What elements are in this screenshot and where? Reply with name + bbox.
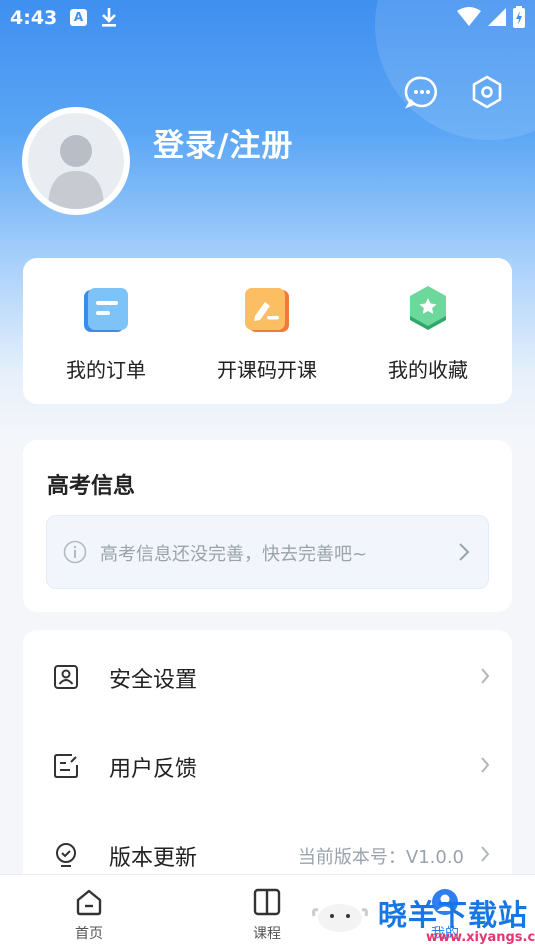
menu-item-label: 安全设置 bbox=[109, 668, 198, 693]
default-avatar-icon bbox=[48, 135, 104, 209]
quick-actions-card: 我的订单 开课码开课 我的收藏 bbox=[23, 258, 512, 404]
wifi-icon bbox=[457, 7, 481, 31]
signal-icon bbox=[487, 7, 507, 31]
course-code-icon bbox=[241, 284, 293, 336]
message-icon[interactable] bbox=[404, 74, 440, 110]
security-icon bbox=[53, 664, 79, 690]
book-icon bbox=[253, 888, 281, 916]
gaokao-hint: 高考信息还没完善，快去完善吧~ bbox=[100, 544, 368, 565]
notification-a-icon: A bbox=[70, 9, 87, 26]
nav-label: 首页 bbox=[75, 926, 103, 942]
status-bar: 4:43 A bbox=[0, 0, 535, 36]
orders-icon bbox=[80, 284, 132, 336]
chevron-right-icon bbox=[480, 845, 490, 867]
course-code-button[interactable]: 开课码开课 bbox=[187, 284, 347, 383]
settings-icon[interactable] bbox=[469, 74, 505, 110]
info-icon bbox=[63, 540, 87, 568]
nav-label: 课程 bbox=[253, 926, 281, 942]
chevron-right-icon bbox=[480, 667, 490, 689]
avatar[interactable] bbox=[22, 107, 130, 215]
download-icon bbox=[100, 6, 118, 32]
menu-item-label: 版本更新 bbox=[109, 846, 198, 871]
my-orders-label: 我的订单 bbox=[66, 358, 146, 382]
gaokao-info-card: 高考信息 高考信息还没完善，快去完善吧~ bbox=[23, 440, 512, 612]
my-orders-button[interactable]: 我的订单 bbox=[26, 284, 186, 383]
feedback-icon bbox=[53, 753, 79, 779]
my-favorites-button[interactable]: 我的收藏 bbox=[348, 284, 508, 383]
chevron-right-icon bbox=[480, 756, 490, 778]
nav-home[interactable]: 首页 bbox=[49, 887, 129, 943]
status-time: 4:43 bbox=[10, 7, 58, 29]
watermark-text: 晓羊下载站 bbox=[378, 898, 529, 932]
gaokao-title: 高考信息 bbox=[47, 474, 136, 499]
sheep-logo-icon bbox=[310, 896, 370, 940]
watermark: 晓羊下载站 www.xiyangs.com bbox=[300, 888, 535, 952]
my-favorites-label: 我的收藏 bbox=[388, 358, 468, 382]
watermark-url: www.xiyangs.com bbox=[426, 930, 535, 945]
favorites-icon bbox=[402, 284, 454, 336]
menu-item-security[interactable]: 安全设置 bbox=[23, 632, 512, 720]
current-version: 当前版本号：V1.0.0 bbox=[297, 847, 464, 868]
menu-item-label: 用户反馈 bbox=[109, 757, 198, 782]
battery-icon bbox=[513, 6, 525, 32]
nav-courses[interactable]: 课程 bbox=[227, 887, 307, 943]
home-icon bbox=[76, 889, 102, 916]
menu-item-feedback[interactable]: 用户反馈 bbox=[23, 721, 512, 809]
settings-menu-card: 安全设置 用户反馈 版本更新 当前版本号：V1.0.0 bbox=[23, 630, 512, 900]
login-register-link[interactable]: 登录/注册 bbox=[153, 120, 293, 165]
gaokao-complete-prompt[interactable]: 高考信息还没完善，快去完善吧~ bbox=[46, 515, 489, 589]
chevron-right-icon bbox=[458, 542, 470, 566]
update-icon bbox=[53, 842, 79, 868]
course-code-label: 开课码开课 bbox=[217, 358, 317, 382]
